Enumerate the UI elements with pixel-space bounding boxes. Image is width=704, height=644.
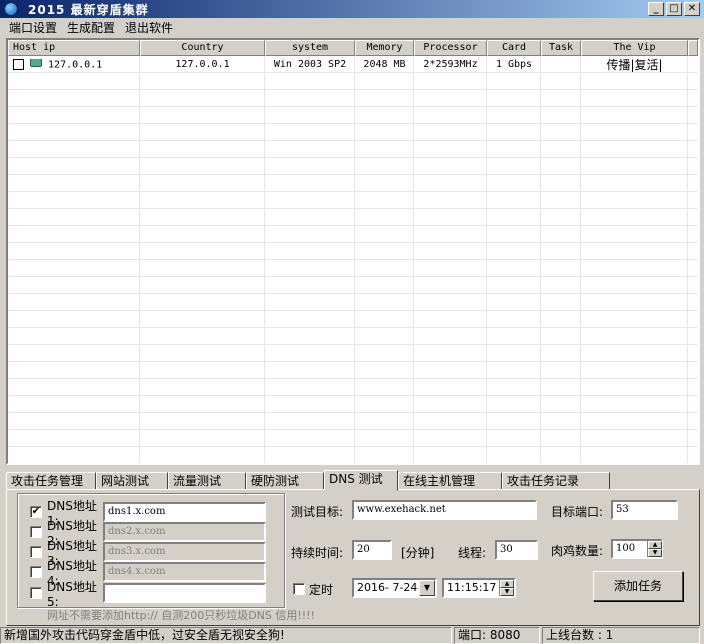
close-button[interactable]: ✕ <box>684 2 700 16</box>
table-row[interactable]: 127.0.0.1 127.0.0.1 Win 2003 SP2 2048 MB… <box>8 56 698 73</box>
menu-port-settings[interactable]: 端口设置 <box>4 18 62 38</box>
dns-test-panel: ✔ DNS地址1: dns1.x.com DNS地址2: dns2.x.com … <box>6 489 700 626</box>
duration-input[interactable]: 20 <box>352 540 392 560</box>
tab-online-host-management[interactable]: 在线主机管理 <box>398 472 502 490</box>
col-processor[interactable]: Processor <box>414 40 487 56</box>
processor-cell: 2*2593MHz <box>423 59 478 70</box>
host-cell: 127.0.0.1 <box>8 58 140 71</box>
schedule-checkbox[interactable] <box>293 583 305 595</box>
col-system[interactable]: system <box>265 40 355 56</box>
window-title: 2015 最新穿盾集群 <box>28 2 149 17</box>
dns-row-5: DNS地址5: <box>30 580 266 609</box>
status-message: 新增国外攻击代码穿金盾中低，过安全盾无视安全狗! <box>0 627 452 644</box>
dns1-input[interactable]: dns1.x.com <box>103 502 266 522</box>
list-body <box>8 56 698 463</box>
dns-hint-text: 网址不需要添加http:// 自测200只秒垃圾DNS 信用!!!! <box>47 609 316 622</box>
tab-hardware-firewall-test[interactable]: 硬防测试 <box>246 472 324 490</box>
threads-label: 线程: <box>458 546 487 560</box>
system-cell: Win 2003 SP2 <box>273 59 347 70</box>
add-task-button[interactable]: 添加任务 <box>593 571 683 601</box>
tab-attack-task-management[interactable]: 攻击任务管理 <box>6 472 96 490</box>
dns1-checkbox[interactable]: ✔ <box>30 506 42 518</box>
spin-down-icon[interactable]: ▼ <box>648 549 662 557</box>
memory-cell: 2048 MB <box>363 59 406 70</box>
dns-address-group: ✔ DNS地址1: dns1.x.com DNS地址2: dns2.x.com … <box>17 493 285 609</box>
col-vip[interactable]: The Vip <box>581 40 688 56</box>
duration-unit: [分钟] <box>401 546 435 560</box>
status-port: 端口: 8080 <box>454 627 540 644</box>
status-online-count: 上线台数 : 1 <box>542 627 700 644</box>
bots-spinner[interactable]: ▲ ▼ <box>647 541 662 557</box>
col-card[interactable]: Card <box>487 40 541 56</box>
spin-down-icon[interactable]: ▼ <box>500 588 514 596</box>
country-cell: 127.0.0.1 <box>175 59 230 70</box>
dns2-input[interactable]: dns2.x.com <box>103 522 266 542</box>
dns5-input[interactable] <box>103 583 266 603</box>
menu-generate-config[interactable]: 生成配置 <box>62 18 120 38</box>
col-filler <box>688 40 698 56</box>
dns5-label: DNS地址5: <box>47 579 97 609</box>
port-label: 目标端口: <box>551 505 604 519</box>
host-ip-value: 127.0.0.1 <box>48 59 103 71</box>
vip-cell: 传播|复活| <box>606 58 663 72</box>
col-task[interactable]: Task <box>541 40 581 56</box>
schedule-label: 定时 <box>309 583 334 597</box>
row-checkbox[interactable] <box>13 58 24 70</box>
tab-dns-test[interactable]: DNS 测试 <box>324 470 398 491</box>
host-list[interactable]: Host ip Country system Memory Processor … <box>6 38 700 465</box>
dns3-input[interactable]: dns3.x.com <box>103 542 266 562</box>
spin-up-icon[interactable]: ▲ <box>500 580 514 588</box>
dns4-input[interactable]: dns4.x.com <box>103 562 266 582</box>
spin-up-icon[interactable]: ▲ <box>648 541 662 549</box>
dns3-checkbox[interactable] <box>30 546 42 558</box>
bots-label: 肉鸡数量: <box>551 544 604 558</box>
minimize-button[interactable]: _ <box>648 2 664 16</box>
chevron-down-icon[interactable]: ▼ <box>419 580 435 596</box>
computer-icon <box>30 58 42 67</box>
port-input[interactable]: 53 <box>611 500 678 520</box>
card-cell: 1 Gbps <box>495 59 533 70</box>
tab-website-test[interactable]: 网站测试 <box>96 472 168 490</box>
dns2-checkbox[interactable] <box>30 526 42 538</box>
title-bar: 2015 最新穿盾集群 _ □ ✕ <box>0 0 704 18</box>
col-country[interactable]: Country <box>140 40 265 56</box>
list-header: Host ip Country system Memory Processor … <box>8 40 698 56</box>
menu-exit[interactable]: 退出软件 <box>120 18 178 38</box>
dns4-checkbox[interactable] <box>30 566 42 578</box>
col-memory[interactable]: Memory <box>355 40 414 56</box>
duration-label: 持续时间: <box>291 546 344 560</box>
target-label: 测试目标: <box>291 505 344 519</box>
status-bar: 新增国外攻击代码穿金盾中低，过安全盾无视安全狗! 端口: 8080 上线台数 :… <box>0 627 704 644</box>
maximize-button[interactable]: □ <box>666 2 682 16</box>
menu-bar: 端口设置 生成配置 退出软件 <box>0 18 704 38</box>
time-spinner[interactable]: ▲ ▼ <box>499 580 514 596</box>
tab-strip: 攻击任务管理 网站测试 流量测试 硬防测试 DNS 测试 在线主机管理 攻击任务… <box>6 470 700 491</box>
threads-input[interactable]: 30 <box>495 540 538 560</box>
tab-attack-task-record[interactable]: 攻击任务记录 <box>502 472 610 490</box>
target-input[interactable]: www.exehack.net <box>352 500 537 520</box>
col-host-ip[interactable]: Host ip <box>8 40 140 56</box>
app-icon <box>4 2 18 16</box>
tab-traffic-test[interactable]: 流量测试 <box>168 472 246 490</box>
dns5-checkbox[interactable] <box>30 587 42 599</box>
